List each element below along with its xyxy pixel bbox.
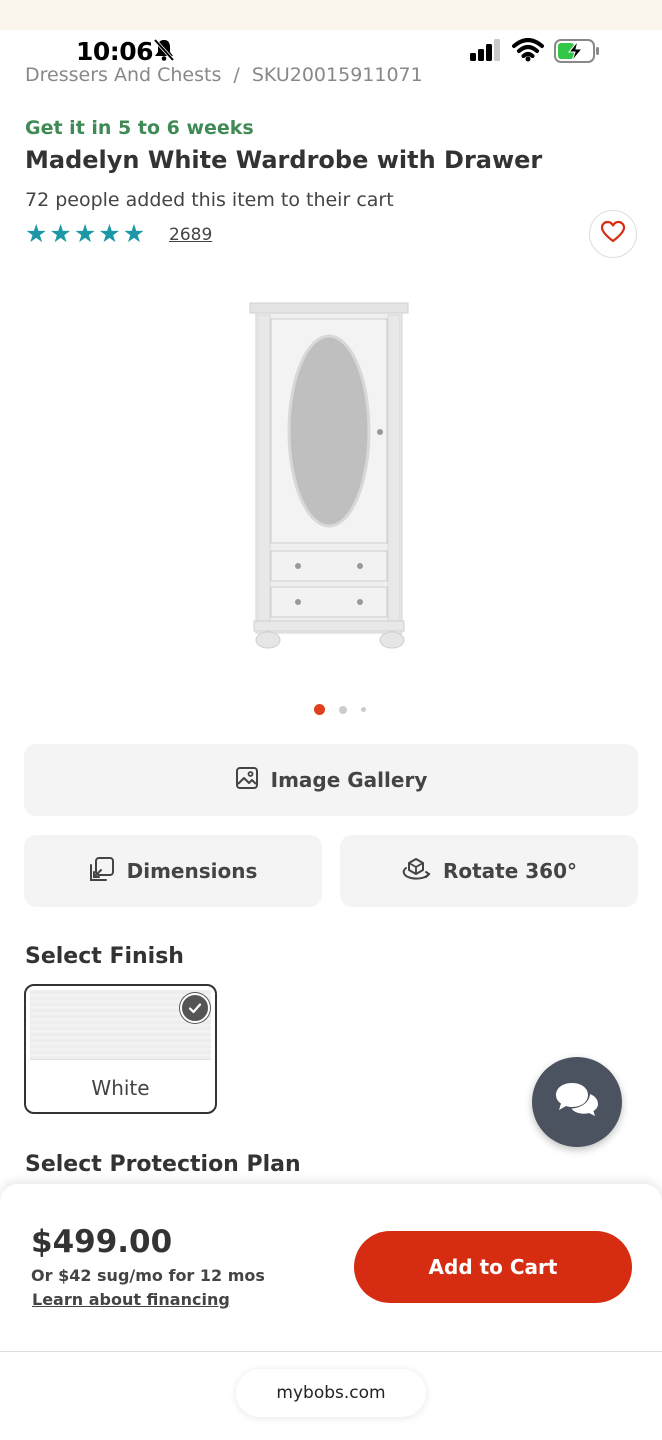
top-strip <box>0 0 662 30</box>
dimensions-label: Dimensions <box>126 859 258 883</box>
finish-swatch-white[interactable]: White <box>24 984 217 1114</box>
heart-icon <box>600 220 626 248</box>
cart-count-text: 72 people added this item to their cart <box>25 189 394 211</box>
add-to-cart-button[interactable]: Add to Cart <box>354 1231 632 1303</box>
star-icon: ★ <box>49 219 72 248</box>
select-finish-heading: Select Finish <box>25 944 184 969</box>
review-count-link[interactable]: 2689 <box>169 225 212 245</box>
product-image[interactable] <box>240 295 420 660</box>
breadcrumb: Dressers And Chests / SKU20015911071 <box>25 64 423 86</box>
dimensions-icon <box>89 856 115 887</box>
star-icon: ★ <box>98 219 121 248</box>
carousel-dots <box>0 704 662 715</box>
star-icon: ★ <box>122 219 146 248</box>
bell-slash-icon <box>153 38 175 66</box>
star-icon: ★ <box>73 219 97 248</box>
chat-button[interactable] <box>532 1057 622 1147</box>
cellular-signal-icon <box>470 39 502 65</box>
delivery-estimate: Get it in 5 to 6 weeks <box>25 117 254 139</box>
breadcrumb-sku: SKU20015911071 <box>251 64 423 86</box>
image-gallery-label: Image Gallery <box>270 768 428 792</box>
finish-swatch-label: White <box>91 1076 150 1100</box>
battery-charging-icon <box>554 38 600 68</box>
carousel-dot-active[interactable] <box>314 704 325 715</box>
image-gallery-button[interactable]: Image Gallery <box>24 744 638 816</box>
select-protection-plan-heading: Select Protection Plan <box>25 1152 301 1177</box>
product-title: Madelyn White Wardrobe with Drawer <box>25 146 543 174</box>
browser-url-bar: mybobs.com <box>0 1352 662 1440</box>
wifi-icon <box>512 38 544 66</box>
carousel-dot[interactable] <box>339 705 347 714</box>
learn-financing-link[interactable]: Learn about financing <box>32 1290 230 1309</box>
rotate-360-label: Rotate 360° <box>442 859 578 883</box>
carousel-dot[interactable] <box>361 707 366 712</box>
rotate-360-button[interactable]: Rotate 360° <box>340 835 638 907</box>
price: $499.00 <box>31 1224 173 1260</box>
breadcrumb-separator: / <box>233 64 240 86</box>
status-time: 10:06 <box>76 37 154 66</box>
star-icon: ★ <box>25 219 48 248</box>
monthly-payment-text: Or $42 sug/mo for 12 mos <box>31 1266 265 1285</box>
rotate-360-icon <box>401 856 431 887</box>
image-icon <box>235 766 259 795</box>
favorite-button[interactable] <box>589 210 637 258</box>
dimensions-button[interactable]: Dimensions <box>24 835 322 907</box>
purchase-bar: $499.00 Or $42 sug/mo for 12 mos Learn a… <box>0 1184 662 1352</box>
checkmark-icon <box>180 993 210 1023</box>
breadcrumb-category[interactable]: Dressers And Chests <box>25 64 221 86</box>
chat-bubbles-icon <box>554 1080 600 1124</box>
rating-stars[interactable]: ★ ★ ★ ★ ★ <box>25 221 145 246</box>
url-field[interactable]: mybobs.com <box>236 1369 426 1417</box>
